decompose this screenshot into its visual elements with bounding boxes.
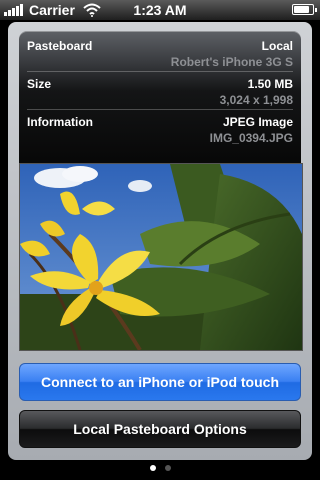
information-label: Information xyxy=(27,115,93,129)
battery-icon xyxy=(292,4,317,15)
divider xyxy=(27,71,293,72)
status-bar: Carrier 1:23 AM xyxy=(0,0,320,20)
pasteboard-device-name: Robert's iPhone 3G S xyxy=(170,55,293,69)
size-label: Size xyxy=(27,77,52,91)
image-preview[interactable] xyxy=(19,163,303,351)
pasteboard-info-card: Pasteboard Local Robert's iPhone 3G S Si… xyxy=(19,31,301,171)
main-panel: Pasteboard Local Robert's iPhone 3G S Si… xyxy=(8,22,312,460)
information-row: Information JPEG Image IMG_0394.JPG xyxy=(27,113,293,153)
divider xyxy=(27,109,293,110)
pasteboard-value: Local xyxy=(261,39,293,53)
battery-fill xyxy=(294,6,310,13)
pasteboard-label: Pasteboard xyxy=(27,39,93,53)
file-name: IMG_0394.JPG xyxy=(209,131,293,145)
page-indicator[interactable] xyxy=(0,465,320,471)
connect-device-button[interactable]: Connect to an iPhone or iPod touch xyxy=(19,363,301,401)
flower-photo xyxy=(20,164,302,350)
size-value: 1.50 MB xyxy=(247,77,293,91)
local-pasteboard-options-button[interactable]: Local Pasteboard Options xyxy=(19,410,301,448)
page-dot-1[interactable] xyxy=(149,465,156,471)
status-time: 1:23 AM xyxy=(133,2,187,18)
page-dot-2[interactable] xyxy=(164,465,171,471)
size-dimensions: 3,024 x 1,998 xyxy=(219,93,293,107)
information-value: JPEG Image xyxy=(222,115,293,129)
